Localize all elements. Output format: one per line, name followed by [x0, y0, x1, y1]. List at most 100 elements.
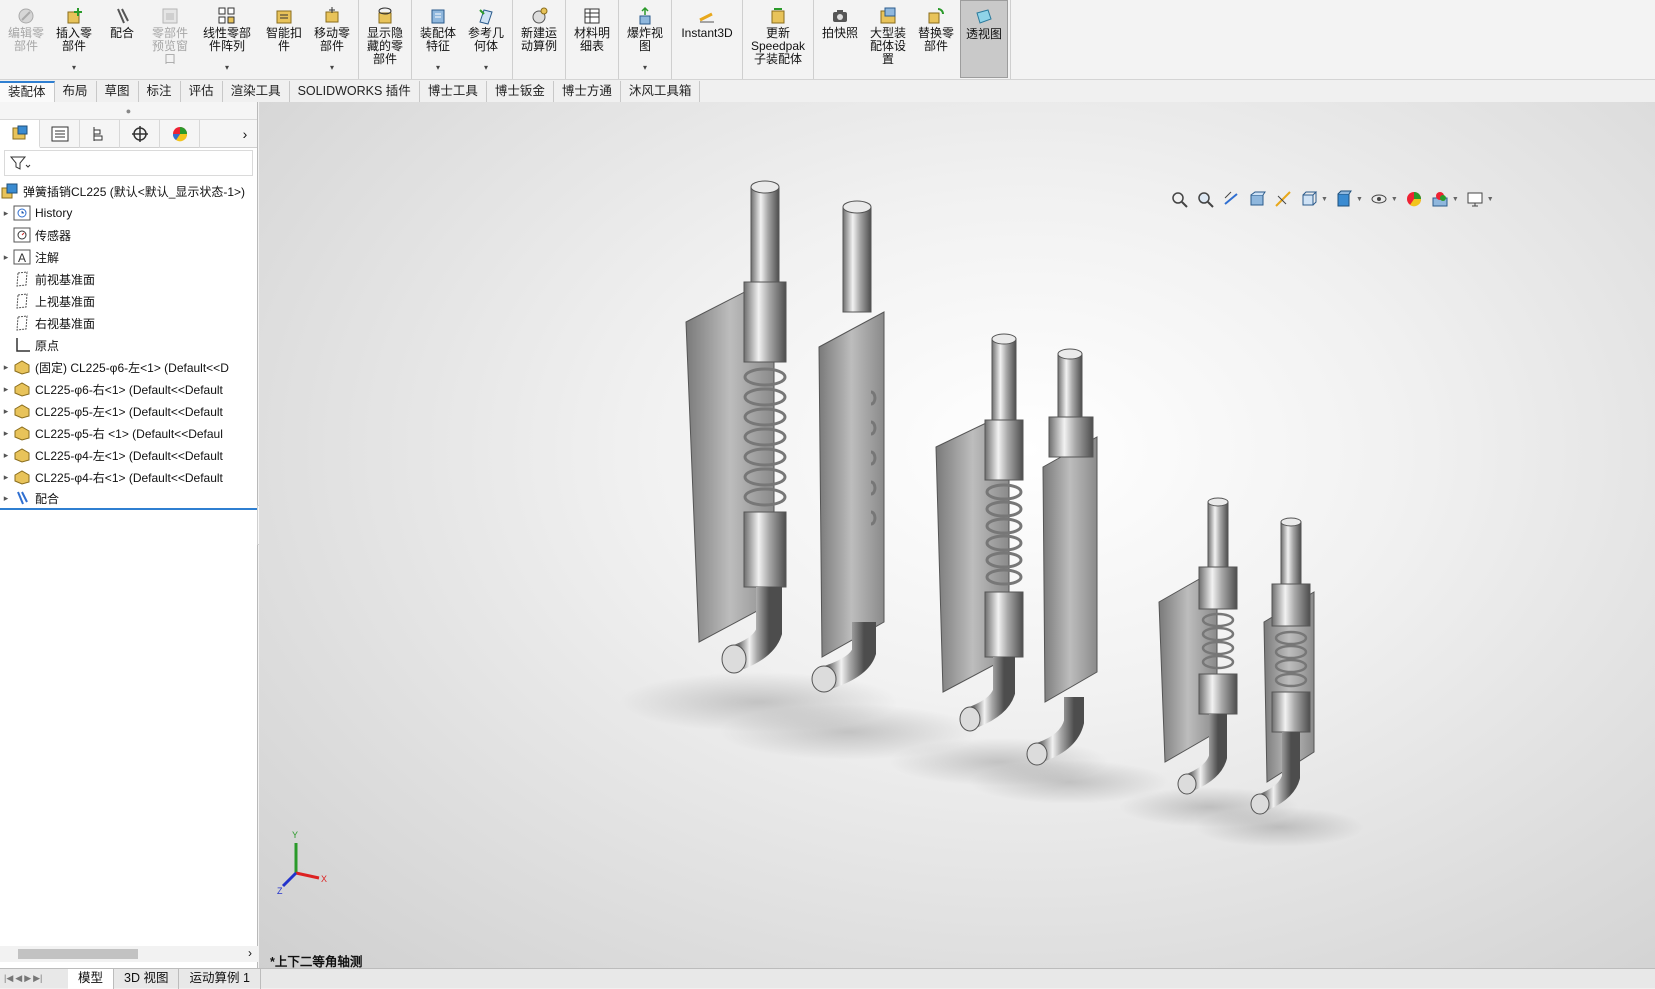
snapshot-button[interactable]: 拍快照 [816, 0, 864, 78]
smart-fastener-icon [273, 6, 295, 26]
tab-motion-study[interactable]: 运动算例 1 [179, 968, 261, 989]
bottom-tab-bar: |◀ ◀ ▶ ▶| 模型 3D 视图 运动算例 1 [0, 968, 1655, 989]
reference-geometry-button[interactable]: 参考几 何体 ▾ [462, 0, 510, 78]
replace-component-button[interactable]: 替换零 部件 [912, 0, 960, 78]
panel-tabs: › [0, 120, 257, 148]
ribbon-group-speedpak: 更新 Speedpak 子装配体 [743, 0, 814, 79]
tab-mufeng-toolbox[interactable]: 沐风工具箱 [620, 81, 701, 102]
origin-icon [12, 336, 32, 354]
prev-tab-icon[interactable]: ◀ [15, 973, 22, 984]
tab-doctor-sheetmetal[interactable]: 博士钣金 [486, 81, 554, 102]
scrollbar-thumb[interactable] [18, 949, 138, 959]
move-component-button[interactable]: 移动零 部件 ▾ [308, 0, 356, 78]
linear-pattern-dropdown-icon[interactable]: ▾ [225, 63, 229, 72]
scroll-right-icon[interactable]: › [248, 946, 252, 960]
tab-3d-view[interactable]: 3D 视图 [114, 968, 180, 989]
new-motion-study-button[interactable]: 新建运 动算例 [515, 0, 563, 78]
feature-manager-tab[interactable] [0, 120, 40, 148]
configuration-manager-tab[interactable] [80, 120, 120, 148]
filter-icon [9, 156, 31, 170]
smart-fastener-button[interactable]: 智能扣 件 [260, 0, 308, 78]
tree-filter[interactable] [4, 150, 253, 176]
tree-item-part-phi4-right[interactable]: ▸ CL225-φ4-右<1> (Default<<Default [0, 466, 257, 488]
tab-layout[interactable]: 布局 [54, 81, 97, 102]
plane-icon [12, 292, 32, 310]
tab-sketch[interactable]: 草图 [96, 81, 139, 102]
tab-model[interactable]: 模型 [68, 968, 115, 989]
graphics-viewport[interactable]: ▼ ▼ ▼ ▼ ▼ Y X Z [259, 102, 1655, 970]
tab-doctor-tube[interactable]: 博士方通 [553, 81, 621, 102]
assembly-feature-dropdown-icon[interactable]: ▾ [436, 63, 440, 72]
tree-item-label: CL225-φ4-左<1> (Default<<Default [35, 448, 223, 463]
perspective-button[interactable]: 透视图 [960, 0, 1008, 78]
feature-tree: 弹簧插销CL225 (默认<默认_显示状态-1>) ▸ History 传感器 … [0, 178, 257, 510]
tree-item-part-phi5-left[interactable]: ▸ CL225-φ5-左<1> (Default<<Default [0, 400, 257, 422]
tree-item-front-plane[interactable]: 前视基准面 [0, 268, 257, 290]
panel-collapse-handle[interactable]: ● [0, 102, 257, 120]
tab-solidworks-addins[interactable]: SOLIDWORKS 插件 [289, 81, 420, 102]
mate-button[interactable]: 配合 [98, 0, 146, 78]
first-tab-icon[interactable]: |◀ [4, 973, 13, 984]
expand-arrow-icon[interactable]: ▸ [0, 472, 12, 483]
tree-item-right-plane[interactable]: 右视基准面 [0, 312, 257, 334]
horizontal-scrollbar[interactable]: › [0, 946, 258, 962]
tree-item-part-phi6-right[interactable]: ▸ CL225-φ6-右<1> (Default<<Default [0, 378, 257, 400]
tree-item-top-plane[interactable]: 上视基准面 [0, 290, 257, 312]
tree-item-label: 上视基准面 [35, 294, 96, 309]
tab-scroll-arrows[interactable]: |◀ ◀ ▶ ▶| [0, 973, 68, 984]
dimxpert-tab[interactable] [120, 120, 160, 148]
tree-item-origin[interactable]: 原点 [0, 334, 257, 356]
expand-arrow-icon[interactable]: ▸ [0, 428, 12, 439]
appearance-pie-icon [172, 127, 187, 142]
expand-arrow-icon[interactable]: ▸ [0, 406, 12, 417]
tab-render-tools[interactable]: 渲染工具 [222, 81, 290, 102]
expand-arrow-icon[interactable]: ▸ [0, 252, 12, 263]
assembly-feature-icon [427, 6, 449, 26]
move-component-dropdown-icon[interactable]: ▾ [330, 63, 334, 72]
move-component-label: 移动零 部件 [313, 26, 350, 53]
tree-item-label: CL225-φ5-右 <1> (Default<<Defaul [35, 426, 223, 441]
spring-latch-assembly-render[interactable]: Y X Z [259, 102, 1655, 970]
part-icon [12, 402, 32, 420]
expand-arrow-icon[interactable]: ▸ [0, 450, 12, 461]
expand-arrow-icon[interactable]: ▸ [0, 208, 12, 219]
next-tab-icon[interactable]: ▶ [24, 973, 31, 984]
expand-arrow-icon[interactable]: ▸ [0, 362, 12, 373]
annotation-icon: A [12, 248, 32, 266]
expand-arrow-icon[interactable]: ▸ [0, 384, 12, 395]
feature-tree-icon [12, 125, 27, 140]
tree-item-history[interactable]: ▸ History [0, 202, 257, 224]
insert-component-button[interactable]: 插入零 部件 ▾ [50, 0, 98, 78]
tree-item-mates[interactable]: ▸ 配合 [0, 488, 257, 510]
exploded-view-button[interactable]: 爆炸视 图 ▾ [621, 0, 669, 78]
configuration-icon [93, 127, 102, 141]
command-manager-tabs: 装配体 布局 草图 标注 评估 渲染工具 SOLIDWORKS 插件 博士工具 … [0, 81, 701, 102]
edit-component-button[interactable]: 编辑零 部件 [2, 0, 50, 78]
tab-doctor-tools[interactable]: 博士工具 [419, 81, 487, 102]
property-manager-tab[interactable] [40, 120, 80, 148]
component-preview-button[interactable]: 零部件 预览窗 口 [146, 0, 194, 78]
tree-root-assembly[interactable]: 弹簧插销CL225 (默认<默认_显示状态-1>) [0, 180, 257, 202]
tree-item-part-phi5-right[interactable]: ▸ CL225-φ5-右 <1> (Default<<Defaul [0, 422, 257, 444]
chevron-right-icon[interactable]: › [233, 120, 257, 147]
bom-button[interactable]: 材料明 细表 [568, 0, 616, 78]
last-tab-icon[interactable]: ▶| [33, 973, 42, 984]
tree-item-part-phi4-left[interactable]: ▸ CL225-φ4-左<1> (Default<<Default [0, 444, 257, 466]
exploded-view-dropdown-icon[interactable]: ▾ [643, 63, 647, 72]
display-manager-tab[interactable] [160, 120, 200, 148]
tab-evaluate[interactable]: 评估 [180, 81, 223, 102]
insert-component-dropdown-icon[interactable]: ▾ [72, 63, 76, 72]
show-hidden-button[interactable]: 显示隐 藏的零 部件 [361, 0, 409, 78]
speedpak-button[interactable]: 更新 Speedpak 子装配体 [745, 0, 811, 78]
reference-geometry-dropdown-icon[interactable]: ▾ [484, 63, 488, 72]
tree-item-part-phi6-left[interactable]: ▸ (固定) CL225-φ6-左<1> (Default<<D [0, 356, 257, 378]
tab-markup[interactable]: 标注 [138, 81, 181, 102]
tab-assembly[interactable]: 装配体 [0, 81, 55, 102]
tree-item-annotations[interactable]: ▸ A 注解 [0, 246, 257, 268]
linear-pattern-button[interactable]: 线性零部 件阵列 ▾ [194, 0, 260, 78]
instant3d-button[interactable]: Instant3D [674, 0, 740, 78]
large-assembly-button[interactable]: 大型装 配体设 置 [864, 0, 912, 78]
assembly-feature-button[interactable]: 装配体 特征 ▾ [414, 0, 462, 78]
tree-item-sensors[interactable]: 传感器 [0, 224, 257, 246]
expand-arrow-icon[interactable]: ▸ [0, 493, 12, 504]
